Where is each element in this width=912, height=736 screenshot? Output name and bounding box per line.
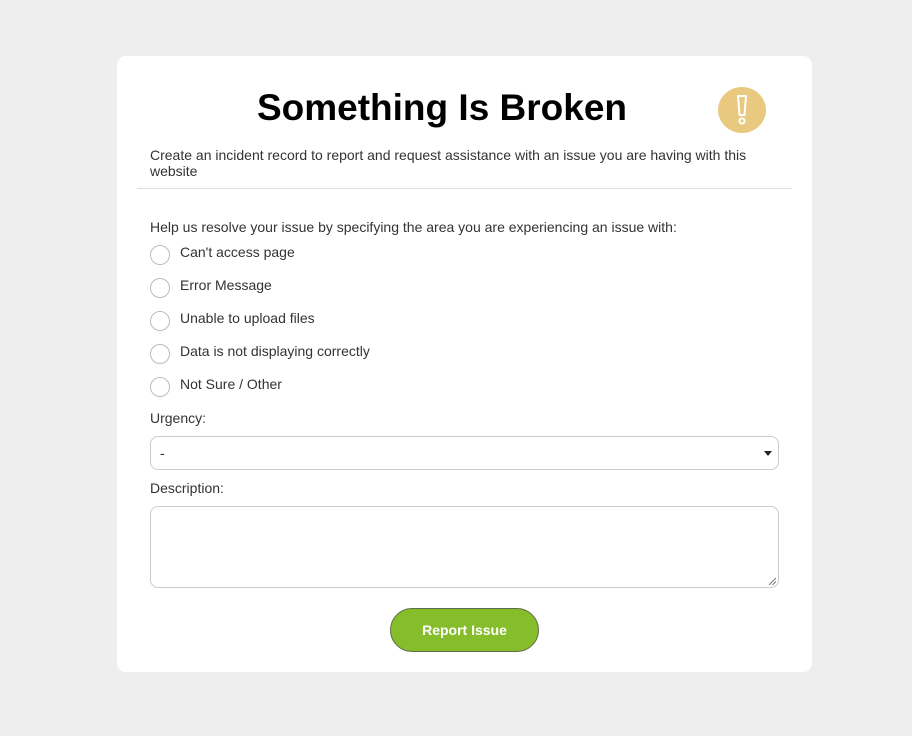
resize-handle-icon[interactable] [768, 577, 776, 585]
option-label: Unable to upload files [180, 310, 315, 326]
radio-button[interactable] [150, 245, 170, 265]
radio-button[interactable] [150, 377, 170, 397]
issue-area-options: Can't access page Error Message Unable t… [150, 243, 550, 408]
option-unable-to-upload-files[interactable]: Unable to upload files [150, 309, 550, 342]
report-issue-button[interactable]: Report Issue [390, 608, 539, 652]
urgency-selected-value: - [160, 445, 165, 461]
urgency-select[interactable]: - [150, 436, 779, 470]
radio-button[interactable] [150, 278, 170, 298]
chevron-down-icon [764, 451, 772, 456]
incident-form-card: Something Is Broken Create an incident r… [117, 56, 812, 672]
option-not-sure-other[interactable]: Not Sure / Other [150, 375, 550, 408]
option-error-message[interactable]: Error Message [150, 276, 550, 309]
header-divider [137, 188, 792, 189]
page-subtitle: Create an incident record to report and … [150, 147, 747, 179]
page-title: Something Is Broken [256, 87, 628, 128]
description-textarea[interactable] [150, 506, 779, 588]
option-cant-access-page[interactable]: Can't access page [150, 243, 550, 276]
radio-button[interactable] [150, 311, 170, 331]
option-label: Data is not displaying correctly [180, 343, 370, 359]
urgency-label: Urgency: [150, 410, 207, 426]
issue-area-prompt: Help us resolve your issue by specifying… [150, 219, 677, 235]
radio-button[interactable] [150, 344, 170, 364]
description-label: Description: [150, 480, 224, 496]
option-label: Not Sure / Other [180, 376, 282, 392]
option-data-not-displaying[interactable]: Data is not displaying correctly [150, 342, 550, 375]
option-label: Can't access page [180, 244, 295, 260]
exclamation-icon [718, 87, 766, 133]
option-label: Error Message [180, 277, 272, 293]
